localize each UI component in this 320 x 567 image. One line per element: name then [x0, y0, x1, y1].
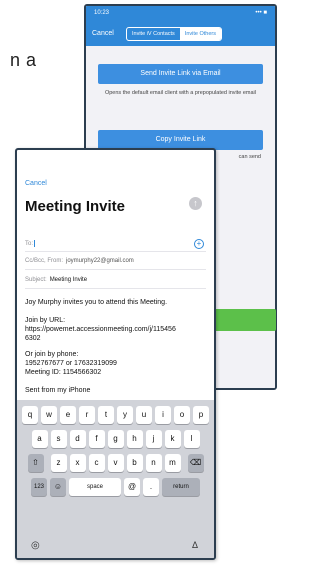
email-note: Opens the default email client with a pr… [104, 90, 257, 96]
key[interactable]: d [69, 430, 86, 448]
background-slide-text: n a [10, 50, 37, 70]
key[interactable]: g [107, 430, 124, 448]
key[interactable]: w [41, 406, 57, 424]
email-signature[interactable]: Sent from my iPhone [25, 386, 206, 395]
key[interactable]: n [145, 454, 162, 472]
keyboard-row-4: 123 ☺ space @ . return [17, 478, 214, 496]
space-key[interactable]: space [69, 478, 121, 496]
email-title: Meeting Invite [25, 198, 126, 215]
key[interactable]: q [22, 406, 38, 424]
key[interactable]: b [126, 454, 143, 472]
copy-invite-link-button[interactable]: Copy Invite Link [98, 130, 263, 150]
key[interactable]: j [145, 430, 162, 448]
subject-field[interactable]: Subject: Meeting Invite [25, 277, 206, 289]
key[interactable]: u [136, 406, 152, 424]
body-join-phone[interactable]: Or join by phone: 1952767677 or 17632319… [25, 350, 206, 377]
key[interactable]: p [193, 406, 209, 424]
at-key[interactable]: @ [124, 478, 140, 496]
cc-value: joymurphy22@gmail.com [66, 258, 134, 264]
add-contact-icon[interactable]: + [194, 239, 204, 249]
text-cursor [34, 240, 36, 247]
tab-invite-others[interactable]: Invite Others [179, 28, 221, 40]
status-icons: ••• ■ [255, 10, 267, 16]
tab-invite-contacts[interactable]: Invite iV Contacts [127, 28, 180, 40]
key[interactable]: o [174, 406, 190, 424]
key[interactable]: r [79, 406, 95, 424]
send-arrow-icon[interactable]: ↑ [189, 197, 202, 210]
globe-icon[interactable]: ◎ [31, 540, 40, 551]
key[interactable]: m [164, 454, 181, 472]
key[interactable]: l [183, 430, 200, 448]
cc-field[interactable]: Cc/Bcc, From: joymurphy22@gmail.com [25, 258, 206, 270]
invite-segmented-control: Invite iV Contacts Invite Others [126, 27, 222, 41]
keyboard: q w e r t y u i o p a s d f g h j k l ⇧ … [17, 400, 214, 558]
status-time: 10:23 [94, 10, 110, 16]
key[interactable]: v [107, 454, 124, 472]
keyboard-bottom-bar: ◎ Δ [17, 538, 214, 558]
body-intro[interactable]: Joy Murphy invites you to attend this Me… [25, 298, 206, 307]
key[interactable]: t [98, 406, 114, 424]
screenshot-stage: n a 10:23 ••• ■ Cancel Invite iV Contact… [0, 0, 284, 567]
key[interactable]: e [60, 406, 76, 424]
key[interactable]: y [117, 406, 133, 424]
key[interactable]: x [69, 454, 86, 472]
numbers-key[interactable]: 123 [31, 478, 47, 496]
delete-key[interactable]: ⌫ [187, 454, 204, 472]
key[interactable]: c [88, 454, 105, 472]
email-compose-screen: Cancel Meeting Invite ↑ To: + Cc/Bcc, Fr… [15, 148, 216, 560]
subject-label: Subject: [25, 277, 47, 283]
key[interactable]: i [155, 406, 171, 424]
emoji-key[interactable]: ☺ [50, 478, 66, 496]
subject-value: Meeting Invite [49, 277, 88, 283]
cancel-button[interactable]: Cancel [25, 180, 47, 187]
to-field[interactable]: To: [25, 240, 206, 252]
keyboard-row-2: a s d f g h j k l [17, 430, 214, 448]
key[interactable]: f [88, 430, 105, 448]
key[interactable]: a [31, 430, 48, 448]
return-key[interactable]: return [162, 478, 200, 496]
key[interactable]: s [50, 430, 67, 448]
to-label: To: [25, 241, 34, 248]
key[interactable]: z [50, 454, 67, 472]
send-invite-email-button[interactable]: Send Invite Link via Email [98, 64, 263, 84]
keyboard-row-1: q w e r t y u i o p [17, 406, 214, 424]
key[interactable]: h [126, 430, 143, 448]
shift-key[interactable]: ⇧ [27, 454, 44, 472]
dot-key[interactable]: . [143, 478, 159, 496]
keyboard-row-3: ⇧ z x c v b n m ⌫ [17, 454, 214, 472]
cc-label: Cc/Bcc, From: [25, 258, 64, 264]
key[interactable]: k [164, 430, 181, 448]
back-cancel-button[interactable]: Cancel [92, 30, 114, 37]
microphone-icon[interactable]: Δ [192, 540, 198, 550]
back-nav-bar: 10:23 ••• ■ Cancel Invite iV Contacts In… [86, 6, 275, 46]
body-join-url[interactable]: Join by URL: https://powemet.accessionme… [25, 316, 206, 343]
